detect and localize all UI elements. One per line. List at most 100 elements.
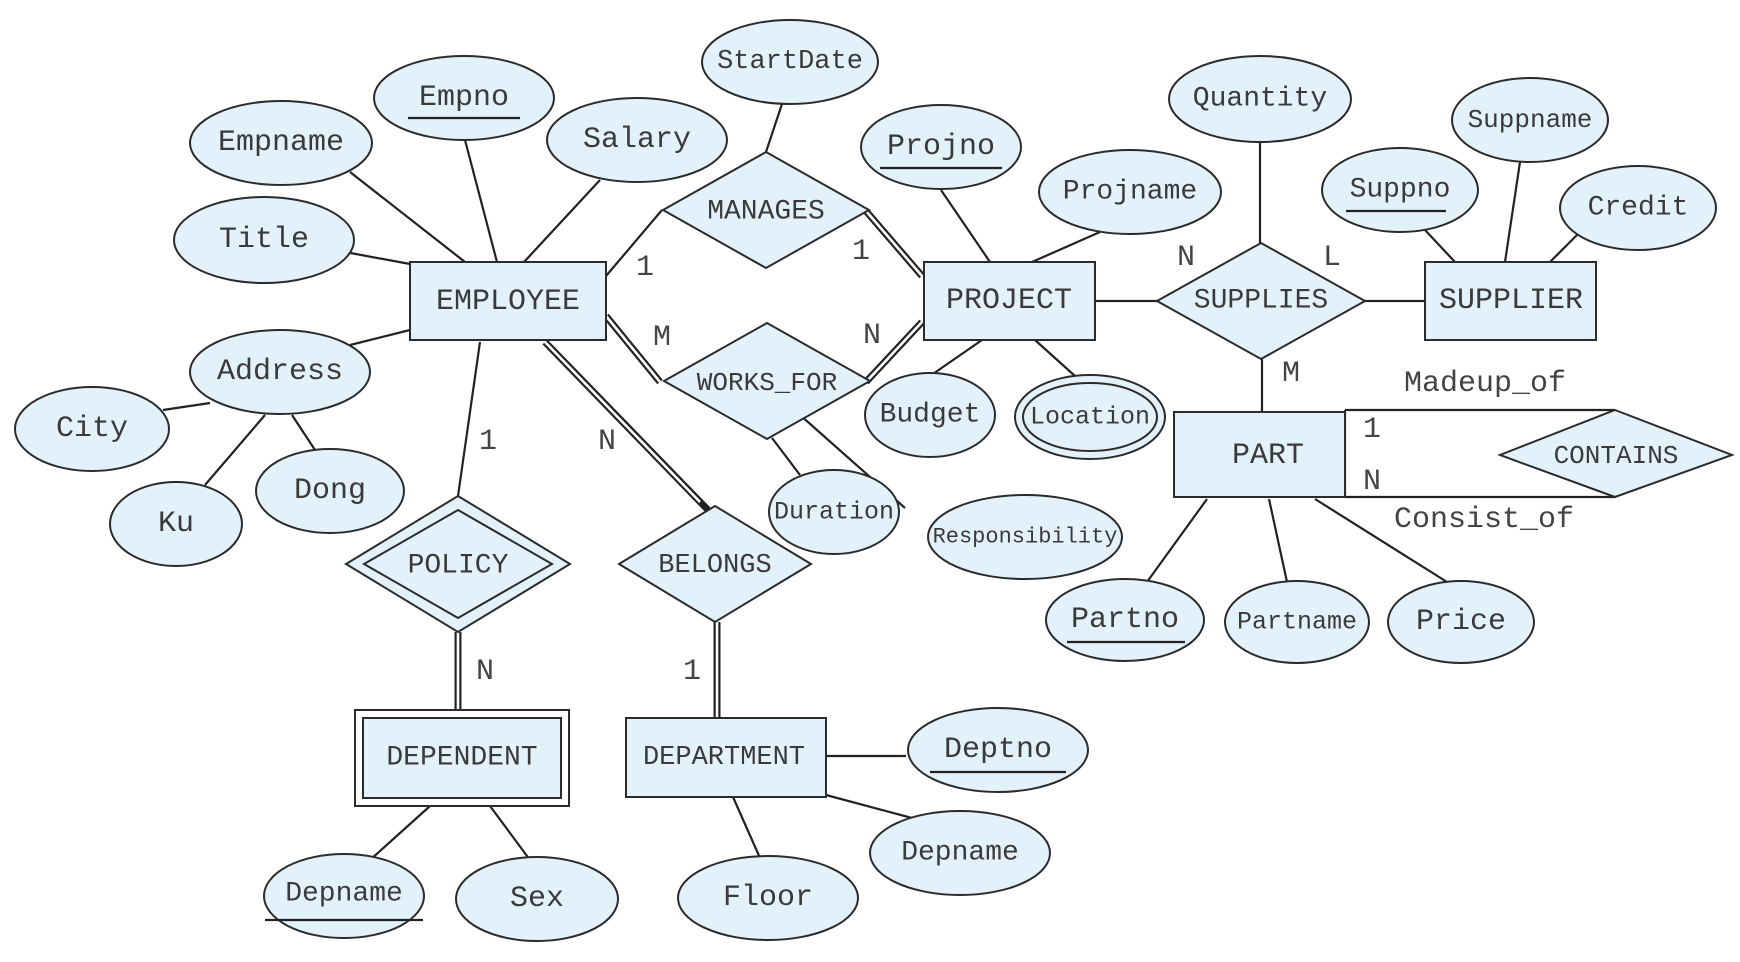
attr-city-label: City: [56, 412, 128, 446]
attr-depname-department[interactable]: Depname: [869, 810, 1051, 896]
attr-price-label: Price: [1416, 605, 1506, 639]
entity-department[interactable]: DEPARTMENT: [625, 717, 827, 798]
attr-budget[interactable]: Budget: [864, 372, 996, 458]
attr-location-label: Location: [1030, 403, 1150, 432]
entity-dependent-label: DEPENDENT: [386, 743, 537, 774]
attr-suppno[interactable]: Suppno: [1321, 147, 1479, 233]
entity-project-label: PROJECT: [946, 284, 1072, 318]
line-ku-address: [204, 414, 266, 486]
card-supplies-project: N: [1177, 241, 1195, 275]
entity-employee[interactable]: EMPLOYEE: [409, 261, 607, 341]
entity-supplier-label: SUPPLIER: [1439, 284, 1583, 318]
attr-projname[interactable]: Projname: [1038, 149, 1222, 235]
line-employee-policy: [456, 341, 482, 497]
line-address-employee: [349, 328, 411, 347]
attr-price[interactable]: Price: [1387, 580, 1535, 664]
line-part-partname: [1267, 498, 1289, 583]
attr-quantity-label: Quantity: [1193, 84, 1327, 115]
card-belongs-department: 1: [683, 655, 701, 689]
attr-address[interactable]: Address: [189, 329, 371, 415]
attr-empname[interactable]: Empname: [189, 100, 373, 186]
line-suppname-supplier: [1503, 161, 1522, 263]
attr-empno-label: Empno: [419, 81, 509, 115]
relationship-manages-label: MANAGES: [707, 197, 825, 228]
entity-supplier[interactable]: SUPPLIER: [1424, 261, 1597, 341]
er-diagram-canvas: EMPLOYEE PROJECT SUPPLIER PART DEPENDENT…: [14, 19, 1735, 942]
card-works-for-project: N: [863, 319, 881, 353]
attr-dong-label: Dong: [294, 474, 366, 508]
attr-depname-department-label: Depname: [901, 838, 1019, 869]
attr-empno[interactable]: Empno: [373, 55, 555, 141]
role-madeup-of: Madeup_of: [1404, 367, 1566, 401]
line-credit-supplier: [1549, 231, 1581, 263]
line-title-employee: [344, 250, 411, 266]
attr-floor-label: Floor: [723, 881, 813, 915]
card-works-for-employee: M: [653, 321, 671, 355]
attr-dong[interactable]: Dong: [255, 448, 405, 534]
attr-startdate[interactable]: StartDate: [701, 19, 879, 105]
line-worksfor-duration: [771, 437, 801, 476]
attr-ku-label: Ku: [158, 507, 194, 541]
relationship-contains[interactable]: CONTAINS: [1497, 408, 1735, 499]
relationship-works-for[interactable]: WORKS_FOR: [661, 321, 873, 441]
relationship-supplies-label: SUPPLIES: [1194, 286, 1328, 317]
attr-deptno[interactable]: Deptno: [907, 707, 1089, 793]
attr-location[interactable]: Location: [1014, 374, 1166, 460]
attr-duration-label: Duration: [774, 498, 894, 527]
card-contains-madeup: 1: [1363, 413, 1381, 447]
relationship-belongs-label: BELONGS: [658, 551, 771, 581]
line-part-partno: [1146, 498, 1208, 583]
line-dong-address: [291, 414, 316, 451]
line-department-depname: [825, 793, 913, 820]
attr-ku[interactable]: Ku: [109, 481, 243, 567]
attr-depname-dependent[interactable]: Depname: [263, 853, 425, 939]
entity-part[interactable]: PART: [1173, 411, 1346, 498]
attr-credit[interactable]: Credit: [1559, 165, 1717, 251]
relationship-policy-label: POLICY: [408, 551, 509, 582]
attr-duration[interactable]: Duration: [768, 469, 900, 555]
attr-suppname-label: Suppname: [1468, 105, 1593, 135]
card-policy-employee: 1: [479, 425, 497, 459]
attr-title-label: Title: [219, 223, 309, 257]
attr-suppno-label: Suppno: [1350, 175, 1451, 206]
line-suppno-supplier: [1424, 229, 1456, 263]
card-manages-employee: 1: [636, 251, 654, 285]
attr-salary[interactable]: Salary: [546, 97, 728, 183]
attr-sex[interactable]: Sex: [455, 856, 619, 942]
attr-title[interactable]: Title: [173, 196, 355, 284]
line-empname-employee: [349, 171, 466, 263]
attr-responsibility[interactable]: Responsibility: [927, 494, 1123, 580]
attr-responsibility-label: Responsibility: [933, 525, 1118, 550]
attributes: Empno Empname Salary Title Address City …: [14, 19, 1717, 942]
line-salary-employee: [523, 179, 601, 263]
line-projno-project: [940, 189, 991, 263]
relationship-works-for-label: WORKS_FOR: [697, 368, 837, 398]
entity-dependent[interactable]: DEPENDENT: [354, 709, 570, 807]
card-manages-project: 1: [852, 235, 870, 269]
attr-floor[interactable]: Floor: [677, 855, 859, 941]
attr-salary-label: Salary: [583, 123, 691, 157]
attr-partname-label: Partname: [1237, 608, 1357, 637]
entity-project[interactable]: PROJECT: [923, 261, 1096, 341]
attr-deptno-label: Deptno: [944, 733, 1052, 767]
entity-part-label: PART: [1232, 439, 1304, 473]
attr-address-label: Address: [217, 355, 343, 389]
card-policy-dependent: N: [476, 655, 494, 689]
attr-startdate-label: StartDate: [717, 47, 863, 77]
line-city-address: [162, 401, 211, 412]
attr-credit-label: Credit: [1588, 193, 1689, 224]
line-dependent-sex: [489, 805, 531, 861]
attr-city[interactable]: City: [14, 386, 170, 472]
attr-suppname[interactable]: Suppname: [1451, 77, 1609, 163]
card-supplies-supplier: L: [1323, 241, 1341, 275]
attr-empname-label: Empname: [218, 126, 344, 160]
card-belongs-employee: N: [598, 425, 616, 459]
attr-partno[interactable]: Partno: [1045, 578, 1205, 662]
attr-projno[interactable]: Projno: [860, 104, 1022, 190]
attr-partname[interactable]: Partname: [1224, 580, 1370, 664]
line-startdate-manages: [764, 103, 784, 153]
attr-quantity[interactable]: Quantity: [1168, 55, 1352, 143]
line-projname-project: [1031, 230, 1101, 264]
line-dependent-depname: [369, 805, 431, 861]
attr-depname-dependent-label: Depname: [285, 879, 403, 910]
